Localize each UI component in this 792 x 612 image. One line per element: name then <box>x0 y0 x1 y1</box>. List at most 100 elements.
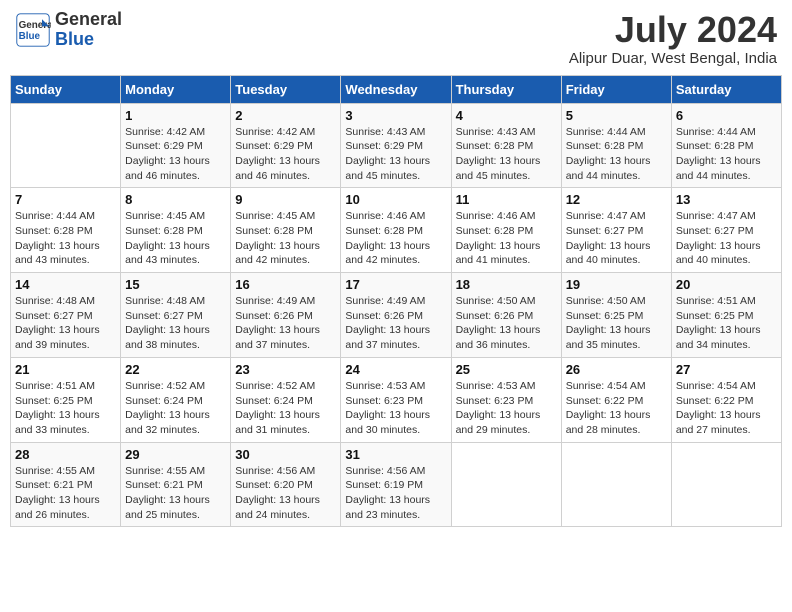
logo-text: General Blue <box>55 10 122 50</box>
day-info: Sunrise: 4:45 AMSunset: 6:28 PMDaylight:… <box>125 209 226 268</box>
calendar-cell: 2 Sunrise: 4:42 AMSunset: 6:29 PMDaylight… <box>231 103 341 188</box>
day-info: Sunrise: 4:56 AMSunset: 6:19 PMDaylight:… <box>345 464 446 523</box>
day-header-monday: Monday <box>121 75 231 103</box>
day-info: Sunrise: 4:42 AMSunset: 6:29 PMDaylight:… <box>235 125 336 184</box>
day-header-saturday: Saturday <box>671 75 781 103</box>
calendar-cell: 31 Sunrise: 4:56 AMSunset: 6:19 PMDayligh… <box>341 442 451 527</box>
day-info: Sunrise: 4:47 AMSunset: 6:27 PMDaylight:… <box>676 209 777 268</box>
calendar-cell: 28Sunrise: 4:55 AMSunset: 6:21 PMDayligh… <box>11 442 121 527</box>
day-number: 12 <box>566 192 667 207</box>
day-info: Sunrise: 4:53 AMSunset: 6:23 PMDaylight:… <box>456 379 557 438</box>
day-number: 4 <box>456 108 557 123</box>
calendar-cell: 5Sunrise: 4:44 AMSunset: 6:28 PMDaylight… <box>561 103 671 188</box>
calendar-cell: 27Sunrise: 4:54 AMSunset: 6:22 PMDayligh… <box>671 357 781 442</box>
day-info: Sunrise: 4:56 AMSunset: 6:20 PMDaylight:… <box>235 464 336 523</box>
calendar-cell: 25 Sunrise: 4:53 AMSunset: 6:23 PMDayligh… <box>451 357 561 442</box>
day-info: Sunrise: 4:54 AMSunset: 6:22 PMDaylight:… <box>566 379 667 438</box>
day-number: 24 <box>345 362 446 377</box>
main-title: July 2024 <box>569 10 777 50</box>
calendar-cell <box>671 442 781 527</box>
day-number: 31 <box>345 447 446 462</box>
day-number: 18 <box>456 277 557 292</box>
day-info: Sunrise: 4:44 AMSunset: 6:28 PMDaylight:… <box>566 125 667 184</box>
calendar-week-row: 28Sunrise: 4:55 AMSunset: 6:21 PMDayligh… <box>11 442 782 527</box>
svg-text:Blue: Blue <box>19 31 41 42</box>
calendar-cell: 12 Sunrise: 4:47 AMSunset: 6:27 PMDayligh… <box>561 188 671 273</box>
calendar-week-row: 7Sunrise: 4:44 AMSunset: 6:28 PMDaylight… <box>11 188 782 273</box>
day-number: 25 <box>456 362 557 377</box>
day-header-thursday: Thursday <box>451 75 561 103</box>
calendar-cell <box>451 442 561 527</box>
calendar-cell <box>11 103 121 188</box>
calendar-cell: 23Sunrise: 4:52 AMSunset: 6:24 PMDayligh… <box>231 357 341 442</box>
calendar-cell: 29 Sunrise: 4:55 AMSunset: 6:21 PMDayligh… <box>121 442 231 527</box>
day-number: 8 <box>125 192 226 207</box>
day-info: Sunrise: 4:48 AMSunset: 6:27 PMDaylight:… <box>15 294 116 353</box>
day-number: 11 <box>456 192 557 207</box>
calendar-cell: 15Sunrise: 4:48 AMSunset: 6:27 PMDayligh… <box>121 273 231 358</box>
logo-icon: General Blue <box>15 12 51 48</box>
day-info: Sunrise: 4:55 AMSunset: 6:21 PMDaylight:… <box>125 464 226 523</box>
day-header-tuesday: Tuesday <box>231 75 341 103</box>
day-header-wednesday: Wednesday <box>341 75 451 103</box>
day-info: Sunrise: 4:43 AMSunset: 6:29 PMDaylight:… <box>345 125 446 184</box>
day-number: 2 <box>235 108 336 123</box>
calendar-cell <box>561 442 671 527</box>
day-number: 3 <box>345 108 446 123</box>
day-info: Sunrise: 4:55 AMSunset: 6:21 PMDaylight:… <box>15 464 116 523</box>
calendar-week-row: 1 Sunrise: 4:42 AMSunset: 6:29 PMDaylight… <box>11 103 782 188</box>
calendar-cell: 8 Sunrise: 4:45 AMSunset: 6:28 PMDaylight… <box>121 188 231 273</box>
day-info: Sunrise: 4:51 AMSunset: 6:25 PMDaylight:… <box>15 379 116 438</box>
calendar-body: 1 Sunrise: 4:42 AMSunset: 6:29 PMDaylight… <box>11 103 782 527</box>
day-info: Sunrise: 4:49 AMSunset: 6:26 PMDaylight:… <box>235 294 336 353</box>
calendar-cell: 26 Sunrise: 4:54 AMSunset: 6:22 PMDayligh… <box>561 357 671 442</box>
day-info: Sunrise: 4:54 AMSunset: 6:22 PMDaylight:… <box>676 379 777 438</box>
calendar-cell: 9Sunrise: 4:45 AMSunset: 6:28 PMDaylight… <box>231 188 341 273</box>
calendar-cell: 22 Sunrise: 4:52 AMSunset: 6:24 PMDayligh… <box>121 357 231 442</box>
calendar-cell: 17Sunrise: 4:49 AMSunset: 6:26 PMDayligh… <box>341 273 451 358</box>
day-number: 26 <box>566 362 667 377</box>
calendar-cell: 3 Sunrise: 4:43 AMSunset: 6:29 PMDaylight… <box>341 103 451 188</box>
calendar-cell: 1Sunrise: 4:42 AMSunset: 6:29 PMDaylight… <box>121 103 231 188</box>
day-number: 14 <box>15 277 116 292</box>
calendar-cell: 21 Sunrise: 4:51 AMSunset: 6:25 PMDayligh… <box>11 357 121 442</box>
day-info: Sunrise: 4:53 AMSunset: 6:23 PMDaylight:… <box>345 379 446 438</box>
day-number: 17 <box>345 277 446 292</box>
header: General Blue General Blue July 2024 Alip… <box>10 10 782 67</box>
calendar-cell: 4 Sunrise: 4:43 AMSunset: 6:28 PMDaylight… <box>451 103 561 188</box>
calendar-cell: 18Sunrise: 4:50 AMSunset: 6:26 PMDayligh… <box>451 273 561 358</box>
calendar-cell: 20 Sunrise: 4:51 AMSunset: 6:25 PMDayligh… <box>671 273 781 358</box>
day-number: 19 <box>566 277 667 292</box>
day-info: Sunrise: 4:44 AMSunset: 6:28 PMDaylight:… <box>676 125 777 184</box>
calendar-header-row: SundayMondayTuesdayWednesdayThursdayFrid… <box>11 75 782 103</box>
calendar-cell: 30Sunrise: 4:56 AMSunset: 6:20 PMDayligh… <box>231 442 341 527</box>
day-info: Sunrise: 4:50 AMSunset: 6:25 PMDaylight:… <box>566 294 667 353</box>
day-number: 22 <box>125 362 226 377</box>
day-number: 6 <box>676 108 777 123</box>
calendar-week-row: 14 Sunrise: 4:48 AMSunset: 6:27 PMDayligh… <box>11 273 782 358</box>
calendar-table: SundayMondayTuesdayWednesdayThursdayFrid… <box>10 75 782 528</box>
calendar-week-row: 21 Sunrise: 4:51 AMSunset: 6:25 PMDayligh… <box>11 357 782 442</box>
subtitle: Alipur Duar, West Bengal, India <box>569 50 777 67</box>
day-number: 21 <box>15 362 116 377</box>
logo: General Blue General Blue <box>15 10 122 50</box>
day-number: 15 <box>125 277 226 292</box>
day-info: Sunrise: 4:51 AMSunset: 6:25 PMDaylight:… <box>676 294 777 353</box>
day-info: Sunrise: 4:45 AMSunset: 6:28 PMDaylight:… <box>235 209 336 268</box>
day-info: Sunrise: 4:52 AMSunset: 6:24 PMDaylight:… <box>125 379 226 438</box>
day-number: 29 <box>125 447 226 462</box>
day-number: 13 <box>676 192 777 207</box>
day-number: 16 <box>235 277 336 292</box>
calendar-cell: 7Sunrise: 4:44 AMSunset: 6:28 PMDaylight… <box>11 188 121 273</box>
day-info: Sunrise: 4:44 AMSunset: 6:28 PMDaylight:… <box>15 209 116 268</box>
day-number: 10 <box>345 192 446 207</box>
day-info: Sunrise: 4:46 AMSunset: 6:28 PMDaylight:… <box>456 209 557 268</box>
day-header-sunday: Sunday <box>11 75 121 103</box>
title-block: July 2024 Alipur Duar, West Bengal, Indi… <box>569 10 777 67</box>
calendar-cell: 16 Sunrise: 4:49 AMSunset: 6:26 PMDayligh… <box>231 273 341 358</box>
calendar-cell: 19 Sunrise: 4:50 AMSunset: 6:25 PMDayligh… <box>561 273 671 358</box>
day-number: 20 <box>676 277 777 292</box>
day-info: Sunrise: 4:43 AMSunset: 6:28 PMDaylight:… <box>456 125 557 184</box>
day-info: Sunrise: 4:47 AMSunset: 6:27 PMDaylight:… <box>566 209 667 268</box>
day-number: 1 <box>125 108 226 123</box>
